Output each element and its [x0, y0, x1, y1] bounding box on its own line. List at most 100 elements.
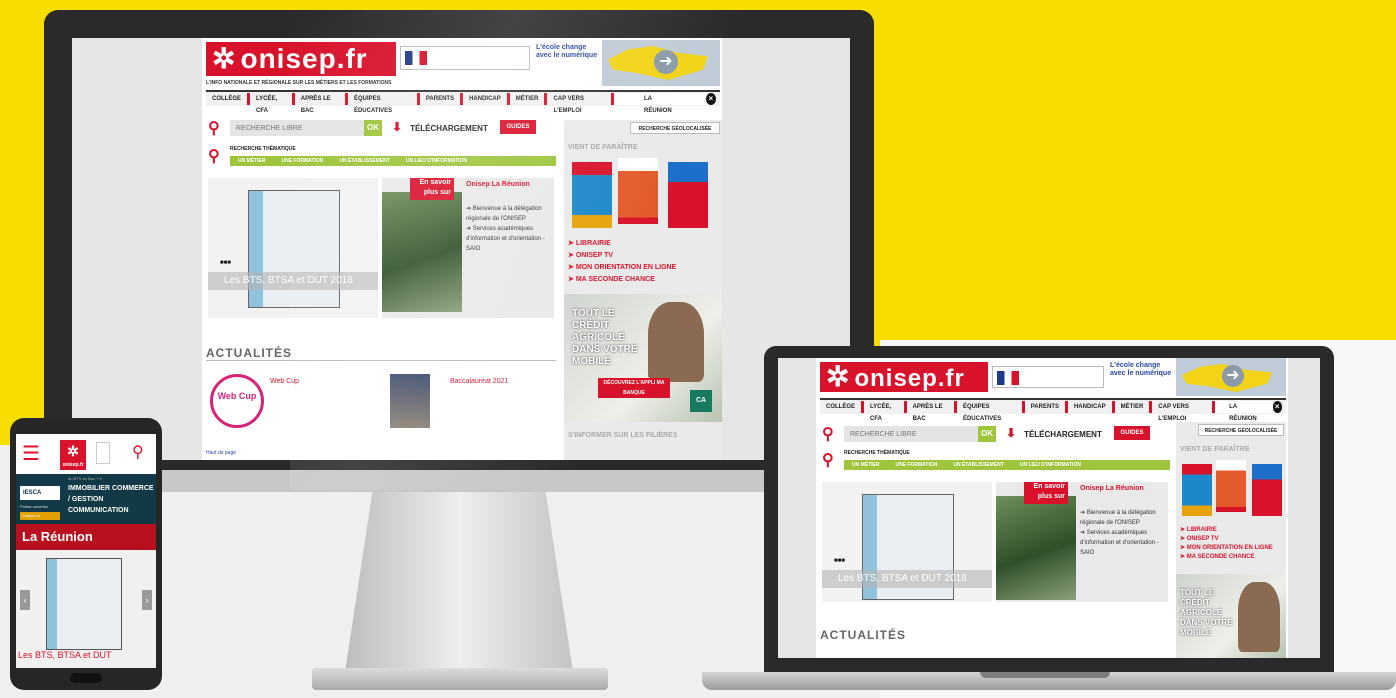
promo-item[interactable]: ➔ Bienvenue à la délégation régionale de… [1080, 508, 1164, 528]
arrow-right-icon[interactable]: ➜ [654, 50, 678, 74]
sidebar-link[interactable]: ➤ LIBRAIRIE [568, 238, 718, 250]
right-sidebar: RECHERCHE GÉOLOCALISÉE VIENT DE PARAÎTRE… [564, 120, 722, 460]
nav-item-cap-emploi[interactable]: CAP VERS L'EMPLOI [1152, 401, 1216, 422]
back-to-top-link[interactable]: Haut de page [206, 450, 236, 456]
thematic-lieu[interactable]: UN LIEU D'INFORMATION [406, 158, 467, 164]
promo-item[interactable]: ➔ Bienvenue à la délégation régionale de… [466, 204, 550, 224]
phone-carousel[interactable]: ‹ › Les BTS, BTSA et DUT [16, 550, 156, 668]
credit-agricole-ad[interactable]: TOUT LE CRÉDIT AGRICOLE DANS VOTRE MOBIL… [564, 294, 722, 422]
promo-title[interactable]: Onisep La Réunion [466, 180, 530, 190]
geo-search-button[interactable]: RECHERCHE GÉOLOCALISÉE [630, 122, 720, 134]
onisep-logo[interactable]: ✲ onisep.fr [206, 42, 396, 76]
close-icon[interactable]: × [705, 93, 716, 105]
book-cover[interactable] [1252, 464, 1282, 516]
carousel[interactable]: ■■■ Les BTS, BTSA et DUT 2018 [208, 178, 378, 318]
search-input[interactable] [230, 120, 364, 136]
onisep-site: ✲ onisep.fr L'école change avec le numéri… [202, 38, 722, 460]
cover-strip [47, 559, 57, 649]
book-cover[interactable] [618, 158, 658, 224]
search-icon[interactable]: ⚲ [132, 442, 144, 462]
promo-block: En savoir plus sur Onisep La Réunion ➔ B… [382, 178, 554, 318]
hamburger-menu-icon[interactable]: ☰ [22, 444, 40, 464]
thematic-metier[interactable]: UN MÉTIER [238, 158, 266, 164]
sidebar-link[interactable]: ➤ MA SECONDE CHANCE [568, 274, 718, 286]
region-label[interactable]: LA RÉUNION [1215, 401, 1273, 422]
news-item[interactable]: Web Cup Web Cup [206, 374, 376, 434]
promo-list: ➔ Bienvenue à la délégation régionale de… [1080, 508, 1164, 558]
guides-button[interactable]: GUIDES [1114, 426, 1150, 440]
book-cover[interactable] [1182, 464, 1212, 516]
nav-item-college[interactable]: COLLÈGE [206, 93, 251, 105]
ecole-numerique-logo[interactable]: L'école change avec le numérique [1110, 362, 1174, 392]
book-cover[interactable] [1216, 460, 1246, 512]
thematic-lieu[interactable]: UN LIEU D'INFORMATION [1020, 462, 1081, 468]
region-map[interactable]: ➜ [602, 40, 720, 86]
promo-item[interactable]: ➔ Services académiques d'information et … [1080, 528, 1164, 558]
nav-item-apres-bac[interactable]: APRÈS LE BAC [907, 401, 957, 422]
thematic-etablissement[interactable]: UN ÉTABLISSEMENT [339, 158, 389, 164]
nav-item-apres-bac[interactable]: APRÈS LE BAC [295, 93, 348, 114]
sidebar-link[interactable]: ➤ MA SECONDE CHANCE [1180, 553, 1284, 562]
phone-home-button[interactable] [70, 673, 102, 683]
sidebar-link[interactable]: ➤ MON ORIENTATION EN LIGNE [1180, 544, 1284, 553]
book-cover[interactable] [668, 162, 708, 228]
carousel-dots[interactable]: ■■■ [220, 260, 231, 266]
nav-item-college[interactable]: COLLÈGE [820, 401, 865, 413]
nav-item-lycee[interactable]: LYCÉE, CFA [250, 93, 295, 114]
chevron-right-icon[interactable]: › [142, 590, 152, 610]
sidebar-link[interactable]: ➤ ONISEP TV [568, 250, 718, 262]
search-input[interactable] [844, 426, 978, 442]
nav-item-parents[interactable]: PARENTS [1025, 401, 1068, 413]
nav-item-equipes[interactable]: ÉQUIPES ÉDUCATIVES [957, 401, 1025, 422]
ad-button[interactable]: DÉCOUVREZ L'APPLI MA BANQUE [598, 378, 670, 398]
thematic-metier[interactable]: UN MÉTIER [852, 462, 880, 468]
thematic-formation[interactable]: UNE FORMATION [282, 158, 324, 164]
close-icon[interactable]: × [1272, 401, 1282, 413]
nav-item-parents[interactable]: PARENTS [420, 93, 464, 105]
book-covers [1180, 460, 1284, 520]
onisep-logo[interactable]: ✲ onisep.fr [820, 362, 988, 392]
carousel-dots[interactable]: ■■■ [834, 558, 845, 564]
chevron-left-icon[interactable]: ‹ [20, 590, 30, 610]
download-link[interactable]: ⬇ TÉLÉCHARGEMENT [1006, 426, 1102, 440]
guide-cover [46, 558, 122, 650]
french-flag-icon [997, 371, 1019, 385]
thematic-formation[interactable]: UNE FORMATION [896, 462, 938, 468]
promo-item[interactable]: ➔ Services académiques d'information et … [466, 224, 550, 254]
nav-item-cap-emploi[interactable]: CAP VERS L'EMPLOI [547, 93, 614, 114]
sidebar-link[interactable]: ➤ ONISEP TV [1180, 535, 1284, 544]
news-title[interactable]: Baccalauréat 2021 [450, 378, 508, 385]
ministry-logo [96, 442, 110, 464]
nav-item-lycee[interactable]: LYCÉE, CFA [864, 401, 907, 422]
news-title[interactable]: Web Cup [270, 378, 299, 385]
guides-button[interactable]: GUIDES [500, 120, 536, 134]
iesca-banner[interactable]: IESCA du BTS au Bac + 5 IMMOBILIER COMME… [16, 474, 156, 524]
phone-screen: ☰ ✲ onisep.fr ⚲ IESCA du BTS au Bac + 5 I… [16, 434, 156, 668]
region-map[interactable]: ➜ [1176, 358, 1286, 396]
nav-item-metier[interactable]: MÉTIER [1115, 401, 1153, 413]
phone-carousel-caption: Les BTS, BTSA et DUT [18, 650, 112, 660]
ecole-numerique-logo[interactable]: L'école change avec le numérique [536, 44, 600, 74]
nav-item-handicap[interactable]: HANDICAP [1068, 401, 1115, 413]
book-cover[interactable] [572, 162, 612, 228]
nav-item-metier[interactable]: MÉTIER [510, 93, 548, 105]
laptop-screen: ✲ onisep.fr L'école change avec le numéri… [778, 358, 1320, 658]
arrow-right-icon[interactable]: ➜ [1222, 365, 1244, 387]
click-here-button[interactable]: Cliquez ici [20, 512, 60, 520]
thematic-etablissement[interactable]: UN ÉTABLISSEMENT [953, 462, 1003, 468]
search-ok-button[interactable]: OK [364, 120, 382, 136]
sidebar-link[interactable]: ➤ MON ORIENTATION EN LIGNE [568, 262, 718, 274]
download-link[interactable]: ⬇ TÉLÉCHARGEMENT [392, 120, 488, 134]
nav-item-handicap[interactable]: HANDICAP [463, 93, 510, 105]
main-nav: COLLÈGE LYCÉE, CFA APRÈS LE BAC ÉQUIPES … [206, 90, 720, 114]
sidebar-link[interactable]: ➤ LIBRAIRIE [1180, 526, 1284, 535]
promo-title[interactable]: Onisep La Réunion [1080, 484, 1144, 494]
nav-item-equipes[interactable]: ÉQUIPES ÉDUCATIVES [348, 93, 420, 114]
credit-agricole-ad[interactable]: TOUT LE CRÉDIT AGRICOLE DANS VOTRE MOBIL… [1176, 574, 1286, 658]
news-item[interactable]: Baccalauréat 2021 [386, 374, 556, 434]
geo-search-button[interactable]: RECHERCHE GÉOLOCALISÉE [1198, 424, 1284, 436]
region-label[interactable]: LA RÉUNION [614, 93, 706, 114]
carousel[interactable]: ■■■ Les BTS, BTSA et DUT 2018 [822, 482, 992, 602]
search-ok-button[interactable]: OK [978, 426, 996, 442]
onisep-logo[interactable]: ✲ onisep.fr [60, 440, 86, 470]
